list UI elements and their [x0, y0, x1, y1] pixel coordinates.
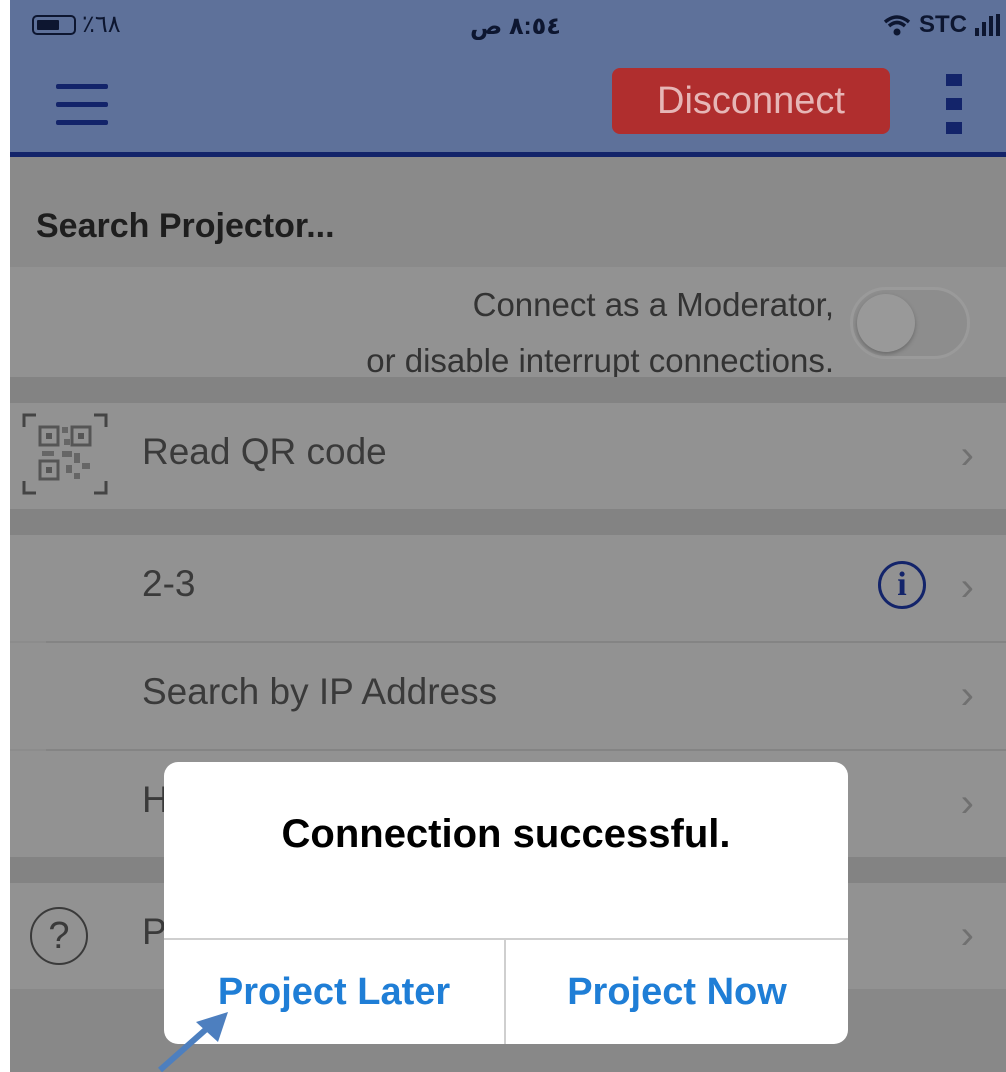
disconnect-button[interactable]: Disconnect — [612, 68, 890, 134]
ip-search-label: Search by IP Address — [142, 671, 498, 712]
clock: ٨:٥٤ ص — [470, 13, 561, 40]
pointer-arrow-icon — [158, 1012, 228, 1072]
battery-indicator: ٪٦٨ — [32, 10, 121, 39]
projector-row[interactable]: 2-3 i › — [10, 535, 1006, 641]
carrier-name: STC — [919, 11, 967, 38]
toggle-knob — [857, 294, 915, 352]
status-bar: ٪٦٨ ٨:٥٤ ص STC — [10, 0, 1006, 52]
moderator-text: Connect as a Moderator, or disable inter… — [366, 277, 834, 389]
ip-search-row[interactable]: Search by IP Address › — [10, 643, 1006, 749]
moderator-toggle[interactable] — [850, 287, 970, 359]
section-title: Search Projector... — [36, 207, 335, 245]
search-section-header: Search Projector... — [10, 157, 1006, 267]
chevron-right-icon: › — [960, 673, 974, 717]
qr-code-label: Read QR code — [142, 431, 387, 472]
wifi-icon — [883, 15, 911, 36]
chevron-right-icon: › — [960, 781, 974, 825]
moderator-text-line1: Connect as a Moderator, — [472, 286, 834, 323]
connection-dialog: Connection successful. Project Later Pro… — [164, 762, 848, 1044]
menu-icon[interactable] — [56, 84, 108, 126]
dialog-message: Connection successful. — [281, 812, 731, 856]
info-icon[interactable]: i — [878, 561, 926, 609]
more-options-icon[interactable] — [944, 74, 966, 138]
battery-icon — [32, 14, 76, 35]
moderator-row: Connect as a Moderator, or disable inter… — [10, 267, 1006, 379]
help-row-label: P — [142, 911, 167, 952]
chevron-right-icon: › — [960, 565, 974, 609]
nav-bar: Disconnect — [10, 52, 1006, 157]
project-now-button[interactable]: Project Now — [506, 940, 848, 1044]
chevron-right-icon: › — [960, 913, 974, 957]
section-gap — [10, 377, 1006, 403]
qr-code-icon — [22, 413, 108, 495]
projector-name: 2-3 — [142, 563, 196, 604]
battery-percent: ٪٦٨ — [82, 11, 121, 38]
qr-code-row[interactable]: Read QR code › — [10, 403, 1006, 509]
signal-icon — [975, 14, 1000, 36]
help-icon: ? — [30, 907, 88, 965]
section-gap — [10, 509, 1006, 535]
network-indicator: STC — [883, 11, 1000, 39]
chevron-right-icon: › — [960, 433, 974, 477]
